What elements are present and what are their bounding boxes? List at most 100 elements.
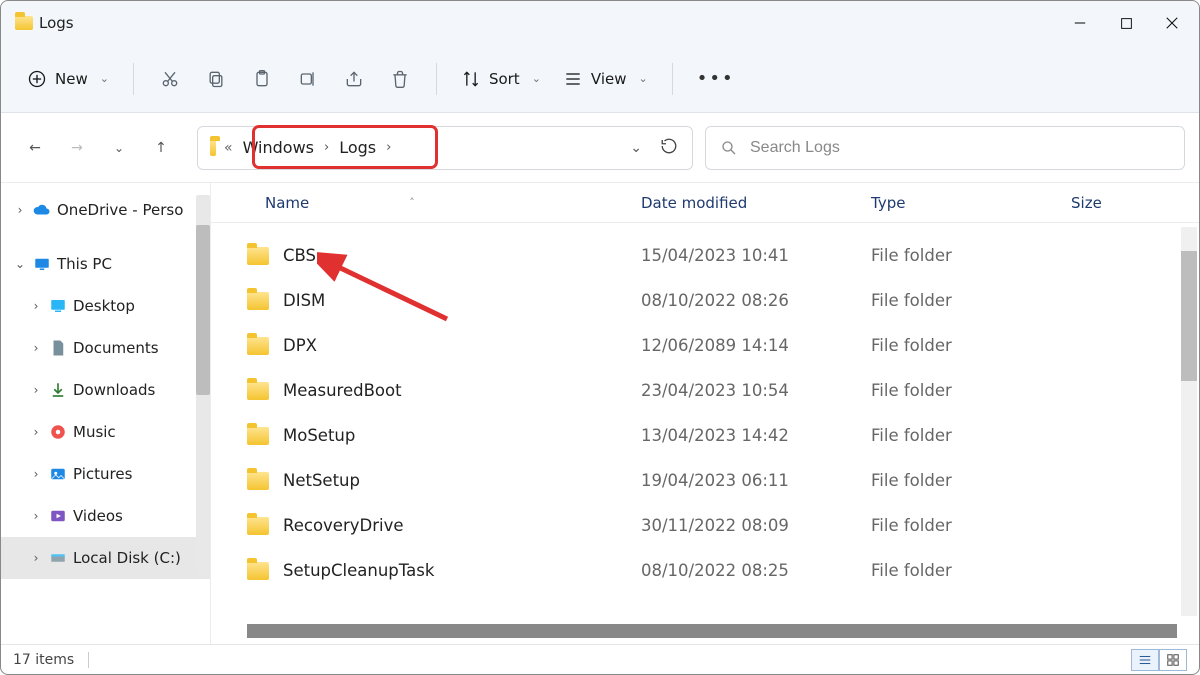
file-date: 23/04/2023 10:54	[631, 381, 861, 400]
expander-icon[interactable]: ›	[29, 551, 43, 565]
chevron-right-icon[interactable]: ›	[322, 140, 331, 155]
sidebar-item-disk[interactable]: › Local Disk (C:)	[1, 537, 210, 579]
maximize-button[interactable]	[1103, 4, 1149, 42]
file-name: MeasuredBoot	[283, 381, 402, 400]
chevron-down-icon: ⌄	[96, 72, 109, 85]
file-type: File folder	[861, 381, 1061, 400]
sort-button[interactable]: Sort ⌄	[453, 59, 549, 99]
share-button[interactable]	[334, 59, 374, 99]
table-row[interactable]: CBS15/04/2023 10:41File folder	[211, 233, 1179, 278]
sidebar-item-pictures[interactable]: › Pictures	[1, 453, 210, 495]
up-button[interactable]: ↑	[147, 134, 175, 162]
back-button[interactable]: ←	[21, 134, 49, 162]
file-type: File folder	[861, 336, 1061, 355]
folder-icon	[206, 139, 224, 157]
expander-icon[interactable]: ›	[29, 509, 43, 523]
address-bar[interactable]: « Windows › Logs › ⌄	[197, 126, 693, 170]
forward-button[interactable]: →	[63, 134, 91, 162]
file-date: 30/11/2022 08:09	[631, 516, 861, 535]
file-type: File folder	[861, 516, 1061, 535]
expander-icon[interactable]: ›	[29, 383, 43, 397]
table-row[interactable]: NetSetup19/04/2023 06:11File folder	[211, 458, 1179, 503]
expander-icon[interactable]: ›	[29, 341, 43, 355]
table-row[interactable]: MoSetup13/04/2023 14:42File folder	[211, 413, 1179, 458]
close-button[interactable]	[1149, 4, 1195, 42]
table-row[interactable]: RecoveryDrive30/11/2022 08:09File folder	[211, 503, 1179, 548]
new-button[interactable]: New ⌄	[19, 59, 117, 99]
table-row[interactable]: DPX12/06/2089 14:14File folder	[211, 323, 1179, 368]
column-size[interactable]: Size	[1061, 194, 1179, 212]
list-body: CBS15/04/2023 10:41File folderDISM08/10/…	[211, 223, 1199, 593]
rename-button[interactable]	[288, 59, 328, 99]
expander-icon[interactable]: ›	[29, 467, 43, 481]
column-date[interactable]: Date modified	[631, 194, 861, 212]
expander-icon[interactable]: ›	[29, 425, 43, 439]
sidebar-item-pc[interactable]: ⌄ This PC	[1, 243, 210, 285]
table-row[interactable]: SetupCleanupTask08/10/2022 08:25File fol…	[211, 548, 1179, 593]
thumbnails-view-button[interactable]	[1159, 649, 1187, 671]
file-type: File folder	[861, 471, 1061, 490]
chevron-right-icon[interactable]: ›	[384, 140, 393, 155]
details-view-button[interactable]	[1131, 649, 1159, 671]
disk-icon	[49, 549, 67, 567]
overflow-indicator: «	[224, 140, 237, 156]
column-name[interactable]: Name ˄	[211, 194, 631, 212]
folder-icon	[247, 382, 269, 400]
folder-icon	[247, 337, 269, 355]
expander-icon[interactable]: ›	[29, 299, 43, 313]
sidebar-item-desktop[interactable]: › Desktop	[1, 285, 210, 327]
refresh-button[interactable]	[660, 137, 678, 159]
sidebar-item-videos[interactable]: › Videos	[1, 495, 210, 537]
sidebar-item-label: OneDrive - Perso	[57, 201, 183, 219]
minimize-button[interactable]	[1057, 4, 1103, 42]
folder-icon	[247, 292, 269, 310]
sidebar-item-label: Videos	[73, 507, 123, 525]
crumb-logs[interactable]: Logs	[333, 134, 382, 161]
view-label: View	[591, 70, 627, 88]
table-row[interactable]: DISM08/10/2022 08:26File folder	[211, 278, 1179, 323]
copy-button[interactable]	[196, 59, 236, 99]
view-button[interactable]: View ⌄	[555, 59, 656, 99]
recent-button[interactable]: ⌄	[105, 134, 133, 162]
main-scrollbar-horizontal[interactable]	[247, 624, 1177, 638]
breadcrumb: Windows › Logs ›	[237, 134, 394, 161]
separator	[672, 63, 673, 95]
item-count: 17 items	[13, 652, 89, 668]
sidebar-item-cloud[interactable]: › OneDrive - Perso	[1, 189, 210, 231]
table-row[interactable]: MeasuredBoot 23/04/2023 10:54File folder	[211, 368, 1179, 413]
file-name: DISM	[283, 291, 325, 310]
sidebar-item-music[interactable]: ›Music	[1, 411, 210, 453]
sidebar-scrollbar[interactable]	[196, 195, 210, 575]
sort-indicator-icon: ˄	[409, 196, 415, 209]
search-icon	[720, 139, 738, 157]
delete-button[interactable]	[380, 59, 420, 99]
file-date: 19/04/2023 06:11	[631, 471, 861, 490]
main-scrollbar-vertical[interactable]	[1181, 227, 1197, 616]
sidebar-item-label: Pictures	[73, 465, 132, 483]
crumb-windows[interactable]: Windows	[237, 134, 320, 161]
sidebar-item-label: Local Disk (C:)	[73, 549, 181, 567]
new-label: New	[55, 70, 88, 88]
expander-icon[interactable]: ›	[13, 203, 27, 217]
chevron-down-icon: ⌄	[635, 72, 648, 85]
column-type[interactable]: Type	[861, 194, 1061, 212]
sort-label: Sort	[489, 70, 520, 88]
search-bar[interactable]	[705, 126, 1185, 170]
paste-button[interactable]	[242, 59, 282, 99]
cut-button[interactable]	[150, 59, 190, 99]
view-mode-buttons	[1131, 649, 1187, 671]
more-button[interactable]: •••	[689, 59, 743, 99]
history-dropdown[interactable]: ⌄	[630, 140, 642, 156]
chevron-down-icon: ⌄	[528, 72, 541, 85]
sidebar-item-label: Documents	[73, 339, 159, 357]
folder-icon	[247, 562, 269, 580]
sidebar-item-downloads[interactable]: ›Downloads	[1, 369, 210, 411]
sidebar-item-label: Desktop	[73, 297, 135, 315]
expander-icon[interactable]: ⌄	[13, 257, 27, 271]
sidebar-item-label: This PC	[57, 255, 112, 273]
sidebar-item-documents[interactable]: › Documents	[1, 327, 210, 369]
search-input[interactable]	[738, 138, 1170, 158]
file-name: DPX	[283, 336, 317, 355]
file-type: File folder	[861, 426, 1061, 445]
window-controls	[1057, 4, 1195, 42]
